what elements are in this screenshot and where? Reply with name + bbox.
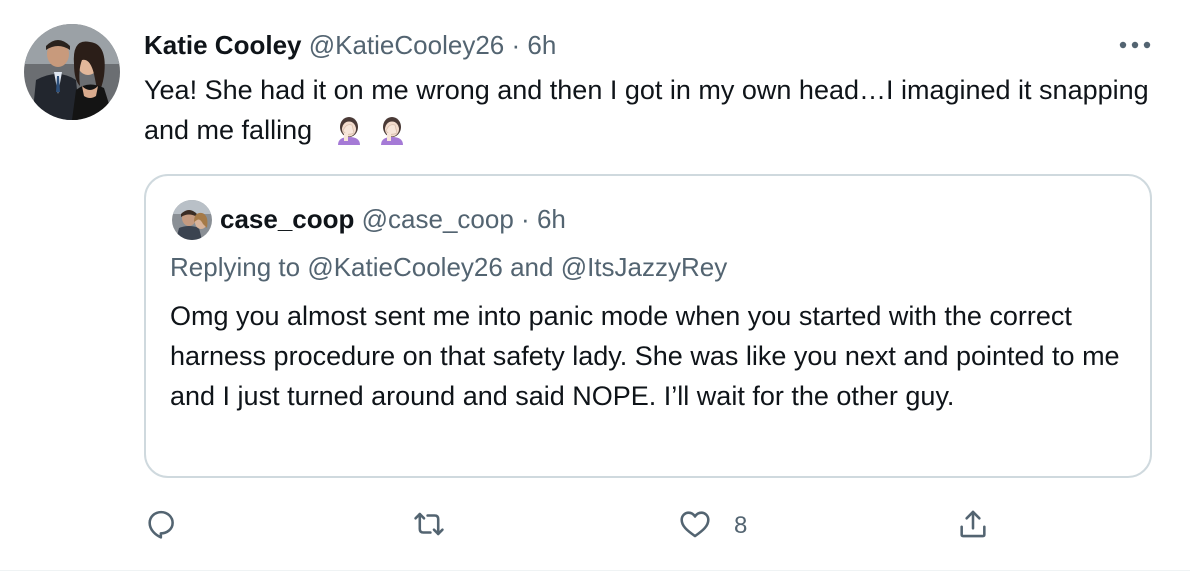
tweet-header: Katie Cooley @KatieCooley26 · 6h bbox=[144, 28, 556, 62]
author-handle[interactable]: @KatieCooley26 bbox=[309, 30, 505, 60]
replying-to-label: Replying to bbox=[170, 252, 301, 282]
quoted-tweet-text: Omg you almost sent me into panic mode w… bbox=[170, 301, 1120, 411]
like-count: 8 bbox=[734, 512, 748, 539]
quoted-author-name[interactable]: case_coop bbox=[220, 204, 354, 234]
tweet[interactable]: Katie Cooley @KatieCooley26 · 6h Yea! Sh… bbox=[0, 0, 1190, 571]
reply-icon bbox=[144, 507, 178, 546]
mention-link[interactable]: @KatieCooley26 bbox=[307, 252, 503, 282]
share-button[interactable] bbox=[956, 506, 990, 546]
quoted-tweet[interactable]: case_coop @case_coop · 6h Replying to @K… bbox=[144, 174, 1152, 478]
ellipsis-icon[interactable] bbox=[1118, 38, 1152, 52]
like-button[interactable]: 8 bbox=[678, 506, 747, 546]
quoted-header-separator: · bbox=[521, 204, 530, 234]
tweet-actions: 8 bbox=[144, 506, 1154, 546]
mention-link[interactable]: @ItsJazzyRey bbox=[561, 252, 728, 282]
author-name[interactable]: Katie Cooley bbox=[144, 30, 302, 60]
reply-button[interactable] bbox=[144, 506, 178, 546]
replying-to-and: and bbox=[510, 252, 554, 282]
woman-facepalming-icon bbox=[377, 115, 407, 145]
replying-to: Replying to @KatieCooley26 and @ItsJazzy… bbox=[170, 250, 727, 284]
header-separator: · bbox=[511, 30, 521, 60]
tweet-text: Yea! She had it on me wrong and then I g… bbox=[144, 70, 1154, 150]
author-avatar[interactable] bbox=[24, 24, 120, 120]
woman-facepalming-icon bbox=[334, 115, 364, 145]
retweet-button[interactable] bbox=[412, 506, 446, 546]
tweet-timestamp[interactable]: 6h bbox=[527, 30, 556, 60]
quoted-author-avatar[interactable] bbox=[172, 200, 212, 240]
tweet-body: Yea! She had it on me wrong and then I g… bbox=[144, 75, 1149, 145]
quoted-tweet-timestamp[interactable]: 6h bbox=[537, 204, 566, 234]
like-icon bbox=[678, 507, 712, 546]
quoted-author-handle[interactable]: @case_coop bbox=[362, 204, 514, 234]
quoted-tweet-header: case_coop @case_coop · 6h bbox=[220, 202, 566, 236]
retweet-icon bbox=[412, 507, 446, 546]
share-icon bbox=[956, 507, 990, 546]
